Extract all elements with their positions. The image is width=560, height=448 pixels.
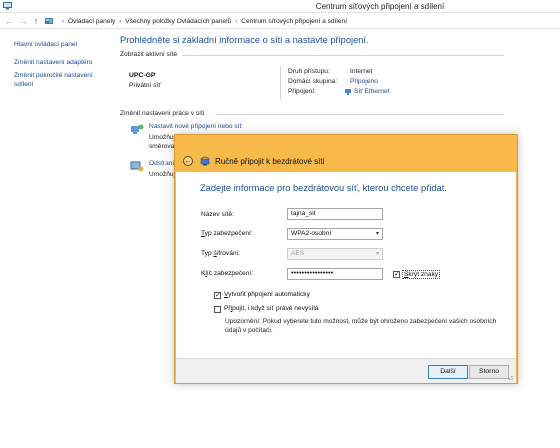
breadcrumb-control-panel[interactable]: Ovládací panely [68,18,115,25]
breadcrumb-all-items[interactable]: Všechny položky Ovládacích panelů [125,18,231,25]
ethernet-icon [345,89,351,95]
address-bar: ← → ↑ › Ovládací panely › Všechny položk… [0,13,560,29]
label-text: ifrování: [216,250,241,257]
encryption-type-select: AES ▾ [287,248,383,260]
chevron-down-icon: ▾ [375,231,379,237]
connect-even-if-not-broadcasting-checkbox[interactable] [214,306,221,313]
network-name-label: Název sítě: [201,211,234,218]
back-arrow-icon[interactable]: ← [183,156,193,166]
breadcrumb-network-center[interactable]: Centrum síťových připojení a sdílení [241,18,347,25]
active-networks-label: Zobrazit aktivní sítě [120,51,178,58]
warning-line: Upozornění: Pokud vyberete tuto možnost,… [225,318,497,325]
access-type-label: Druh přístupu: [288,68,330,75]
warning-line: údajů v počítači. [225,327,273,334]
label-text: yp zabezpečení: [204,230,253,237]
cancel-button[interactable]: Storno [469,365,509,379]
ethernet-connection-link[interactable]: Síť Ethernet [354,88,389,95]
label-text: pojit, i když síť právě nevysílá [232,305,319,312]
manual-wireless-connect-dialog: ← Ručně připojit k bezdrátové síti Zadej… [174,134,518,384]
label-text: ytvořit připojení automaticky [228,291,310,298]
window-title: Centrum síťových připojení a sdílení [315,2,445,11]
network-name: UPC-GP [129,72,156,79]
new-connection-icon [131,124,144,134]
connect-even-if-not-broadcasting-label[interactable]: Připojit, i když síť právě nevysílá [224,305,318,312]
sidebar-item-label: Změnit pokročilé nastavení [14,72,93,79]
section-divider [216,114,504,115]
dialog-titlebar: ← Ručně připojit k bezdrátové síti [175,135,517,172]
security-type-select[interactable]: WPA2-osobní ▾ [287,228,383,240]
label-text: Př [224,305,231,312]
selected-value: WPA2-osobní [291,230,332,237]
sidebar-item-control-panel-home[interactable]: Hlavní ovládací panel [14,40,77,49]
change-settings-label: Změnit nastavení práce v síti [120,110,205,117]
network-name-input[interactable]: tajna_sit [287,208,383,220]
wireless-network-icon [200,156,210,166]
hide-characters-checkbox[interactable]: ✓ [393,271,400,278]
page-title: Prohlédněte si základní informace o síti… [120,35,369,45]
sidebar-item-label: sdílení [14,81,34,88]
dialog-title: Ručně připojit k bezdrátové síti [215,157,325,166]
access-type-value: Internet [350,68,373,75]
selected-value: AES [291,250,305,257]
auto-connect-checkbox[interactable]: ✓ [214,292,221,299]
dialog-footer: Další Storno [176,358,516,383]
connections-label: Připojení: [288,88,316,95]
hide-characters-label[interactable]: Skrýt znaky [402,270,441,279]
security-key-label: Klíč zabezpečení: [201,270,253,277]
section-divider [182,55,504,56]
homegroup-label: Domácí skupina: [288,78,338,85]
breadcrumb-separator: › [62,18,64,25]
dialog-heading: Zadejte informace pro bezdrátovou síť, k… [200,183,447,193]
resize-grip-icon[interactable] [506,373,514,381]
breadcrumb-separator: › [235,18,238,25]
column-divider [280,66,281,100]
back-arrow-icon[interactable]: ← [4,16,14,26]
sidebar-item-change-adapter-settings[interactable]: Změnit nastavení adaptéru [14,58,92,67]
forward-arrow-icon[interactable]: → [18,16,28,26]
sidebar-item-advanced-sharing[interactable]: Změnit pokročilé nastavení sdílení [14,71,93,89]
window-titlebar: Centrum síťových připojení a sdílení [0,0,560,13]
setup-new-connection-link[interactable]: Nastavit nové připojení nebo síť [149,123,242,130]
left-pane: Hlavní ovládací panel Změnit nastavení a… [0,30,112,448]
breadcrumb: › Ovládací panely › Všechny položky Ovlá… [58,16,347,27]
control-panel-icon [45,18,53,24]
breadcrumb-separator: › [119,18,122,25]
troubleshoot-icon [130,161,144,172]
label-text: krýt znaky [408,271,439,278]
label-text: Typ [201,250,214,257]
security-key-input[interactable]: •••••••••••••••• [287,268,383,280]
homegroup-link[interactable]: Připojeno [350,78,378,85]
dialog-body: Zadejte informace pro bezdrátovou síť, k… [176,172,516,377]
auto-connect-label[interactable]: Vytvořit připojení automaticky [224,291,310,298]
label-text: íč zabezpečení: [206,270,254,277]
up-arrow-icon[interactable]: ↑ [31,16,41,26]
troubleshoot-link[interactable]: Odstranit [149,160,176,167]
network-type: Privátní síť [129,82,161,89]
next-button[interactable]: Další [428,365,468,379]
security-type-label: Typ zabezpečení: [201,230,253,237]
encryption-type-label: Typ šifrování: [201,250,240,257]
security-warning-text: Upozornění: Pokud vyberete tuto možnost,… [225,317,515,335]
chevron-down-icon: ▾ [375,251,379,257]
